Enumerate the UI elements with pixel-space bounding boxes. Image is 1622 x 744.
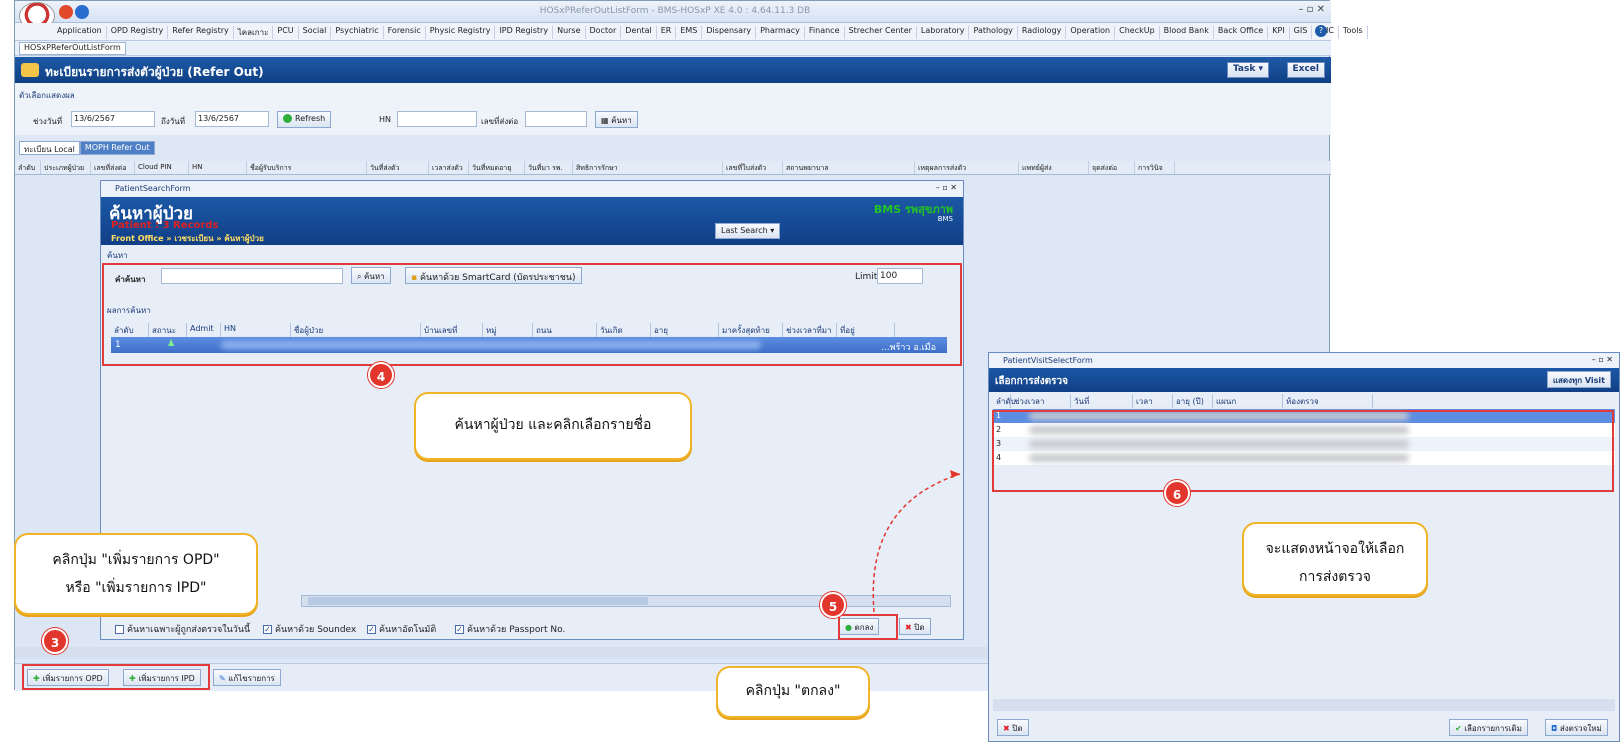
callout-6-line1: จะแสดงหน้าจอให้เลือก [1265, 541, 1405, 557]
callout-3-line1: คลิกปุ่ม "เพิ่มรายการ OPD" [52, 552, 220, 568]
step-4-badge: 4 [368, 362, 394, 388]
callout-3-line2: หรือ "เพิ่มรายการ IPD" [65, 580, 207, 596]
callout-step-6: จะแสดงหน้าจอให้เลือก การส่งตรวจ [1242, 522, 1428, 596]
dashed-arrow [872, 473, 961, 613]
annotation-overlay [872, 470, 961, 613]
step-3-badge: 3 [42, 628, 68, 654]
callout-step-5: คลิกปุ่ม "ตกลง" [716, 666, 870, 718]
step-5-badge: 5 [820, 592, 846, 618]
callout-6-line2: การส่งตรวจ [1299, 569, 1371, 585]
callout-step-4: ค้นหาผู้ป่วย และคลิกเลือกรายชื่อ [414, 392, 692, 460]
callout-step-3: คลิกปุ่ม "เพิ่มรายการ OPD" หรือ "เพิ่มรา… [14, 533, 258, 615]
step-6-badge: 6 [1164, 480, 1190, 506]
